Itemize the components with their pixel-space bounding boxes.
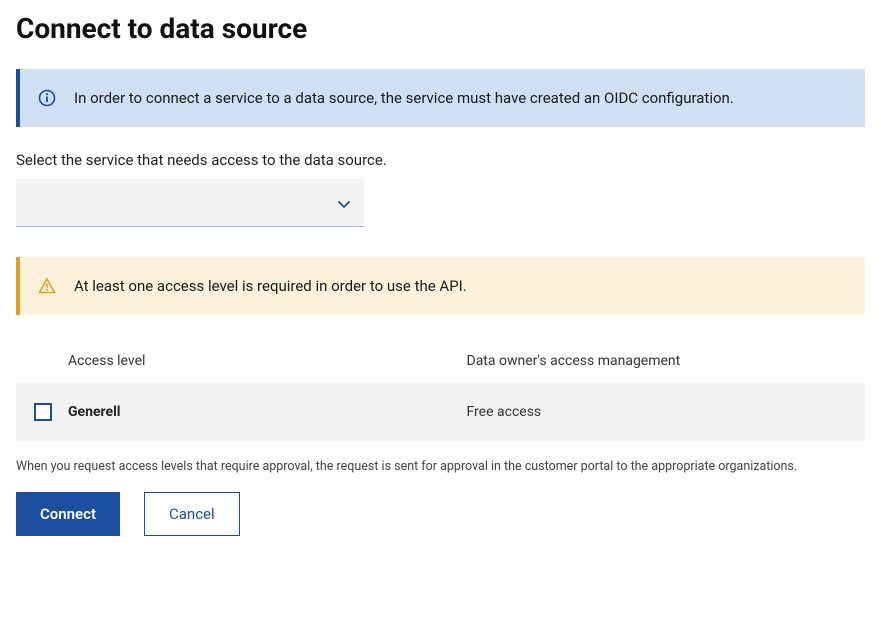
- column-header-management: Data owner's access management: [467, 353, 866, 369]
- service-select-label: Select the service that needs access to …: [16, 151, 865, 169]
- service-select-wrap[interactable]: [16, 179, 364, 227]
- column-header-access-level: Access level: [68, 353, 467, 369]
- info-alert-text: In order to connect a service to a data …: [74, 89, 734, 107]
- helper-text: When you request access levels that requ…: [16, 459, 865, 474]
- access-level-management: Free access: [467, 404, 866, 420]
- table-row[interactable]: Generell Free access: [16, 383, 865, 441]
- info-icon: [38, 89, 56, 107]
- connect-button[interactable]: Connect: [16, 492, 120, 536]
- warning-alert-text: At least one access level is required in…: [74, 277, 467, 295]
- cancel-button[interactable]: Cancel: [144, 492, 240, 536]
- table-header-row: Access level Data owner's access managem…: [16, 339, 865, 383]
- button-row: Connect Cancel: [16, 492, 865, 536]
- warning-icon: [38, 277, 56, 295]
- access-level-table: Access level Data owner's access managem…: [16, 339, 865, 441]
- page-title: Connect to data source: [16, 12, 865, 45]
- warning-alert: At least one access level is required in…: [16, 257, 865, 315]
- access-level-checkbox[interactable]: [34, 403, 52, 421]
- info-alert: In order to connect a service to a data …: [16, 69, 865, 127]
- service-select[interactable]: [16, 179, 364, 226]
- access-level-name: Generell: [68, 404, 467, 420]
